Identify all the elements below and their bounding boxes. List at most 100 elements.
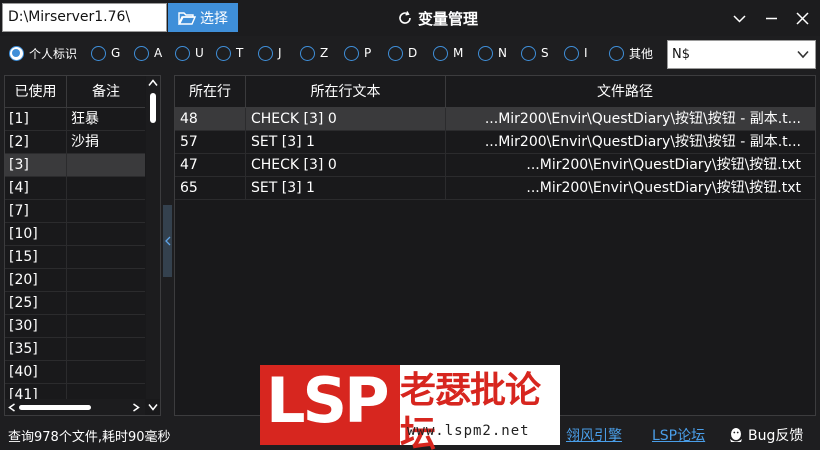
refresh-icon [399, 11, 411, 24]
radio-unchecked-icon [216, 45, 231, 61]
table-row[interactable]: [25] [5, 292, 145, 315]
table-row[interactable]: [30] [5, 315, 145, 338]
bug-report-label: Bug反馈 [748, 428, 804, 444]
radio-u[interactable]: U [175, 44, 204, 62]
radio-label: M [453, 46, 464, 60]
chevron-down-icon [797, 50, 809, 59]
chevron-left-icon [164, 236, 170, 246]
table-row[interactable]: [15] [5, 246, 145, 269]
radio-unchecked-icon [300, 45, 315, 61]
radio-unchecked-icon [344, 45, 359, 61]
forum-link[interactable]: LSP论坛 [652, 425, 705, 445]
collapse-button[interactable] [727, 6, 751, 30]
scroll-up-icon[interactable] [148, 79, 158, 87]
table-row[interactable]: [35] [5, 338, 145, 361]
table-row[interactable]: [7] [5, 200, 145, 223]
scrollbar-thumb[interactable] [150, 93, 156, 123]
radio-label: T [236, 46, 244, 60]
radio-label: A [154, 46, 163, 60]
radio-unchecked-icon [134, 45, 149, 61]
radio-i[interactable]: I [564, 44, 588, 62]
table-body: [1] 狂暴 [2] 沙捐 [3] [4] [7] [10] [15] [20] [… [5, 108, 145, 407]
column-header-used[interactable]: 已使用 [5, 76, 67, 108]
table-row[interactable]: [1] 狂暴 [5, 108, 145, 131]
table-header: 所在行 所在行文本 文件路径 [175, 76, 815, 108]
vertical-scrollbar[interactable] [146, 76, 160, 411]
scroll-down-icon[interactable] [148, 403, 158, 411]
forum-watermark-logo: LSP 老瑟批论坛 www.lspm2.net [260, 364, 560, 450]
bug-report-button[interactable]: Bug反馈 [728, 425, 803, 445]
horizontal-scrollbar[interactable] [5, 399, 145, 415]
radio-a[interactable]: A [134, 44, 162, 62]
app-title-text: 变量管理 [418, 9, 479, 28]
scroll-left-icon[interactable] [8, 403, 16, 412]
table-row[interactable]: 57 SET [3] 1 ...Mir200\Envir\QuestDiary\… [175, 131, 815, 154]
status-text: 查询978个文件,耗时90毫秒 [8, 430, 171, 445]
radio-label: Z [320, 46, 329, 60]
radio-personal[interactable]: 个人标识 [9, 44, 77, 62]
radio-label: J [278, 46, 282, 60]
choose-button-label: 选择 [200, 10, 228, 27]
used-variables-table: 已使用 备注 [1] 狂暴 [2] 沙捐 [3] [4] [7] [10] [15]… [4, 75, 161, 416]
table-row[interactable]: [4] [5, 177, 145, 200]
minimize-icon [765, 17, 777, 19]
radio-unchecked-icon [388, 45, 403, 61]
panel-splitter[interactable] [163, 205, 172, 277]
table-row[interactable]: [20] [5, 269, 145, 292]
radio-unchecked-icon [521, 45, 536, 61]
radio-s[interactable]: S [521, 44, 549, 62]
table-row[interactable]: 47 CHECK [3] 0 ...Mir200\Envir\QuestDiar… [175, 154, 815, 177]
radio-unchecked-icon [433, 45, 448, 61]
table-row[interactable]: [2] 沙捐 [5, 131, 145, 154]
column-header-file-path[interactable]: 文件路径 [446, 76, 804, 108]
radio-other[interactable]: 其他 [609, 44, 653, 62]
radio-label: 个人标识 [29, 46, 78, 61]
folder-open-icon [178, 11, 196, 25]
radio-label: 其他 [629, 46, 654, 61]
app-title: 变量管理 [398, 0, 478, 36]
radio-label: G [111, 46, 121, 60]
radio-unchecked-icon [609, 45, 624, 61]
table-row-selected[interactable]: [3] [5, 154, 145, 177]
table-row-selected[interactable]: 48 CHECK [3] 0 ...Mir200\Envir\QuestDiar… [175, 108, 815, 131]
radio-label: P [364, 46, 372, 60]
choose-button[interactable]: 选择 [168, 3, 238, 32]
other-prefix-select[interactable]: N$ [667, 40, 816, 69]
table-header: 已使用 备注 [5, 76, 145, 108]
column-header-line-text[interactable]: 所在行文本 [246, 76, 446, 108]
scrollbar-thumb[interactable] [19, 405, 91, 410]
radio-unchecked-icon [564, 45, 579, 61]
radio-unchecked-icon [175, 45, 190, 61]
radio-unchecked-icon [478, 45, 493, 61]
title-bar: D:\Mirserver1.76\ 选择 变量管理 [0, 0, 820, 36]
table-row[interactable]: [40] [5, 361, 145, 384]
table-row[interactable]: [10] [5, 223, 145, 246]
radio-unchecked-icon [258, 45, 273, 61]
qq-penguin-icon [730, 428, 742, 442]
radio-unchecked-icon [91, 45, 106, 61]
logo-url: www.lspm2.net [407, 423, 530, 439]
column-header-line[interactable]: 所在行 [175, 76, 246, 108]
radio-z[interactable]: Z [300, 44, 328, 62]
radio-label: D [408, 46, 418, 60]
path-input[interactable]: D:\Mirserver1.76\ [2, 3, 167, 32]
radio-checked-icon [9, 45, 24, 61]
radio-m[interactable]: M [433, 44, 463, 62]
radio-j[interactable]: J [258, 44, 282, 62]
minimize-button[interactable] [759, 6, 783, 30]
scroll-right-icon[interactable] [132, 403, 140, 412]
close-icon [795, 11, 809, 25]
radio-label: N [498, 46, 507, 60]
table-row[interactable]: 65 SET [3] 1 ...Mir200\Envir\QuestDiary\… [175, 177, 815, 200]
radio-label: U [195, 46, 204, 60]
radio-d[interactable]: D [388, 44, 417, 62]
logo-brand: LSP [266, 364, 390, 437]
close-button[interactable] [790, 6, 814, 30]
radio-t[interactable]: T [216, 44, 243, 62]
radio-g[interactable]: G [91, 44, 120, 62]
radio-p[interactable]: P [344, 44, 371, 62]
radio-n[interactable]: N [478, 44, 507, 62]
engine-link[interactable]: 翎风引擎 [566, 425, 622, 445]
select-value: N$ [672, 47, 690, 62]
column-header-note[interactable]: 备注 [67, 76, 145, 108]
